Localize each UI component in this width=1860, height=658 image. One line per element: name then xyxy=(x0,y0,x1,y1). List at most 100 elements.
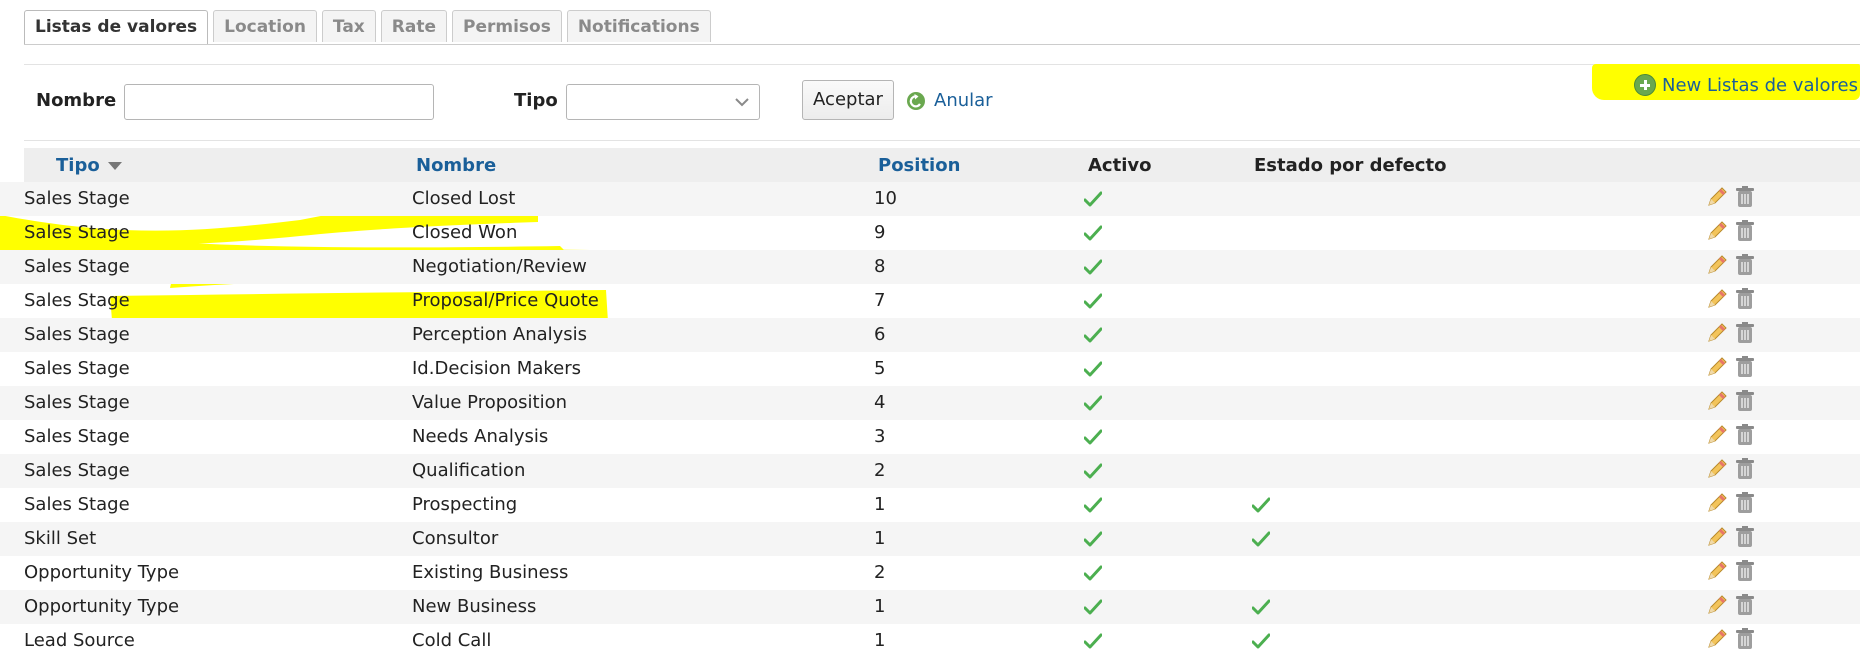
cancel-label: Anular xyxy=(934,90,993,111)
cell-tipo: Sales Stage xyxy=(24,188,130,209)
active-check-icon xyxy=(1083,531,1103,547)
filter-divider xyxy=(24,140,1860,141)
trash-icon[interactable] xyxy=(1736,628,1754,650)
accept-button[interactable]: Aceptar xyxy=(802,80,894,120)
pencil-icon[interactable] xyxy=(1706,458,1728,480)
tab-location[interactable]: Location xyxy=(213,10,317,42)
trash-icon[interactable] xyxy=(1736,322,1754,344)
column-nombre[interactable]: Nombre xyxy=(416,155,496,176)
column-estado-defecto: Estado por defecto xyxy=(1254,155,1447,176)
cancel-link[interactable]: Anular xyxy=(906,90,993,111)
cell-tipo: Sales Stage xyxy=(24,392,130,413)
default-check-icon xyxy=(1251,531,1271,547)
table-row[interactable]: Sales Stage Needs Analysis 3 xyxy=(0,420,1860,454)
cell-position: 6 xyxy=(874,324,886,345)
sort-desc-icon xyxy=(107,162,122,170)
active-check-icon xyxy=(1083,259,1103,275)
table-row[interactable]: Sales Stage Closed Won 9 xyxy=(0,216,1860,250)
table-body: Sales Stage Closed Lost 10 Sales Stage Close… xyxy=(0,182,1860,658)
active-check-icon xyxy=(1083,225,1103,241)
chevron-down-icon xyxy=(735,98,749,107)
pencil-icon[interactable] xyxy=(1706,390,1728,412)
cell-nombre: Consultor xyxy=(412,528,499,549)
table-row[interactable]: Opportunity Type Existing Business 2 xyxy=(0,556,1860,590)
tipo-label: Tipo xyxy=(514,90,558,111)
trash-icon[interactable] xyxy=(1736,526,1754,548)
cell-nombre: Closed Lost xyxy=(412,188,516,209)
pencil-icon[interactable] xyxy=(1706,322,1728,344)
cell-nombre: Perception Analysis xyxy=(412,324,588,345)
active-check-icon xyxy=(1083,599,1103,615)
trash-icon[interactable] xyxy=(1736,424,1754,446)
table-row[interactable]: Sales Stage Perception Analysis 6 xyxy=(0,318,1860,352)
table-row[interactable]: Sales Stage Prospecting 1 xyxy=(0,488,1860,522)
trash-icon[interactable] xyxy=(1736,356,1754,378)
trash-icon[interactable] xyxy=(1736,492,1754,514)
trash-icon[interactable] xyxy=(1736,390,1754,412)
cell-nombre: New Business xyxy=(412,596,537,617)
pencil-icon[interactable] xyxy=(1706,220,1728,242)
tab-rate[interactable]: Rate xyxy=(380,10,447,42)
tab-notifications[interactable]: Notifications xyxy=(566,10,711,42)
table-row[interactable]: Sales Stage Closed Lost 10 xyxy=(0,182,1860,216)
cell-tipo: Opportunity Type xyxy=(24,596,180,617)
tab-listas-de-valores[interactable]: Listas de valores xyxy=(24,10,209,45)
table-row[interactable]: Sales Stage Value Proposition 4 xyxy=(0,386,1860,420)
cell-position: 2 xyxy=(874,562,886,583)
cell-nombre: Id.Decision Makers xyxy=(412,358,582,379)
nombre-input[interactable] xyxy=(124,84,434,120)
default-check-icon xyxy=(1251,599,1271,615)
table-row[interactable]: Sales Stage Qualification 2 xyxy=(0,454,1860,488)
cell-tipo: Sales Stage xyxy=(24,222,130,243)
cell-tipo: Sales Stage xyxy=(24,290,130,311)
pencil-icon[interactable] xyxy=(1706,492,1728,514)
trash-icon[interactable] xyxy=(1736,594,1754,616)
tab-permisos[interactable]: Permisos xyxy=(451,10,562,42)
default-check-icon xyxy=(1251,497,1271,513)
active-check-icon xyxy=(1083,327,1103,343)
pencil-icon[interactable] xyxy=(1706,526,1728,548)
pencil-icon[interactable] xyxy=(1706,356,1728,378)
cell-position: 1 xyxy=(874,494,886,515)
new-listas-label: New Listas de valores xyxy=(1662,74,1858,96)
tab-tax[interactable]: Tax xyxy=(321,10,376,42)
pencil-icon[interactable] xyxy=(1706,594,1728,616)
new-listas-wrapper: New Listas de valores xyxy=(1592,64,1860,102)
trash-icon[interactable] xyxy=(1736,254,1754,276)
pencil-icon[interactable] xyxy=(1706,628,1728,650)
pencil-icon[interactable] xyxy=(1706,254,1728,276)
pencil-icon[interactable] xyxy=(1706,560,1728,582)
pencil-icon[interactable] xyxy=(1706,186,1728,208)
active-check-icon xyxy=(1083,497,1103,513)
toolbar-divider xyxy=(24,64,1860,65)
cell-position: 9 xyxy=(874,222,886,243)
cell-position: 8 xyxy=(874,256,886,277)
pencil-icon[interactable] xyxy=(1706,424,1728,446)
column-tipo-label: Tipo xyxy=(56,155,100,176)
cell-nombre: Negotiation/Review xyxy=(412,256,587,277)
trash-icon[interactable] xyxy=(1736,186,1754,208)
active-check-icon xyxy=(1083,429,1103,445)
table-row[interactable]: Sales Stage Proposal/Price Quote 7 xyxy=(0,284,1860,318)
tipo-select[interactable] xyxy=(566,84,760,120)
trash-icon[interactable] xyxy=(1736,560,1754,582)
trash-icon[interactable] xyxy=(1736,220,1754,242)
cell-tipo: Sales Stage xyxy=(24,256,130,277)
column-position[interactable]: Position xyxy=(878,155,960,176)
cell-tipo: Skill Set xyxy=(24,528,97,549)
table-row[interactable]: Opportunity Type New Business 1 xyxy=(0,590,1860,624)
default-check-icon xyxy=(1251,633,1271,649)
column-tipo[interactable]: Tipo xyxy=(56,155,122,176)
new-listas-button[interactable]: New Listas de valores xyxy=(1634,74,1858,96)
cell-nombre: Prospecting xyxy=(412,494,518,515)
table-row[interactable]: Lead Source Cold Call 1 xyxy=(0,624,1860,658)
trash-icon[interactable] xyxy=(1736,288,1754,310)
cell-position: 4 xyxy=(874,392,886,413)
table-row[interactable]: Sales Stage Negotiation/Review 8 xyxy=(0,250,1860,284)
pencil-icon[interactable] xyxy=(1706,288,1728,310)
cell-position: 3 xyxy=(874,426,886,447)
undo-icon xyxy=(907,91,925,110)
table-row[interactable]: Skill Set Consultor 1 xyxy=(0,522,1860,556)
trash-icon[interactable] xyxy=(1736,458,1754,480)
table-row[interactable]: Sales Stage Id.Decision Makers 5 xyxy=(0,352,1860,386)
